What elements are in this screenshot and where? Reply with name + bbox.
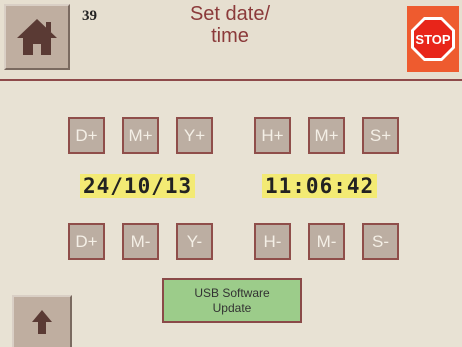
hour-minus-button[interactable]: H- <box>254 223 291 260</box>
date-readout: 24/10/13 <box>80 174 196 198</box>
day-minus-button[interactable]: D+ <box>68 223 105 260</box>
stop-button[interactable]: STOP <box>407 6 459 72</box>
minute-plus-button[interactable]: M+ <box>308 117 345 154</box>
second-minus-button[interactable]: S- <box>362 223 399 260</box>
usb-button-line1: USB Software <box>194 285 270 300</box>
second-plus-button[interactable]: S+ <box>362 117 399 154</box>
month-minus-button[interactable]: M- <box>122 223 159 260</box>
year-minus-button[interactable]: Y- <box>176 223 213 260</box>
day-plus-button[interactable]: D+ <box>68 117 105 154</box>
hour-plus-button[interactable]: H+ <box>254 117 291 154</box>
up-button[interactable] <box>12 295 72 347</box>
up-arrow-icon <box>32 310 52 334</box>
page-title-line2: time <box>211 25 249 47</box>
home-icon <box>17 19 57 55</box>
screen-number: 39 <box>82 8 97 24</box>
home-button[interactable] <box>4 4 70 70</box>
month-plus-button[interactable]: M+ <box>122 117 159 154</box>
page-title: Set date/ time <box>150 3 310 47</box>
time-readout: 11:06:42 <box>262 174 378 198</box>
header-divider <box>0 79 462 81</box>
usb-software-update-button[interactable]: USB Software Update <box>162 278 302 323</box>
stop-sign-icon: STOP <box>411 17 455 61</box>
stop-sign-label: STOP <box>415 32 450 47</box>
page-title-line1: Set date/ <box>189 3 271 25</box>
year-plus-button[interactable]: Y+ <box>176 117 213 154</box>
usb-button-line2: Update <box>212 300 252 315</box>
minute-minus-button[interactable]: M- <box>308 223 345 260</box>
